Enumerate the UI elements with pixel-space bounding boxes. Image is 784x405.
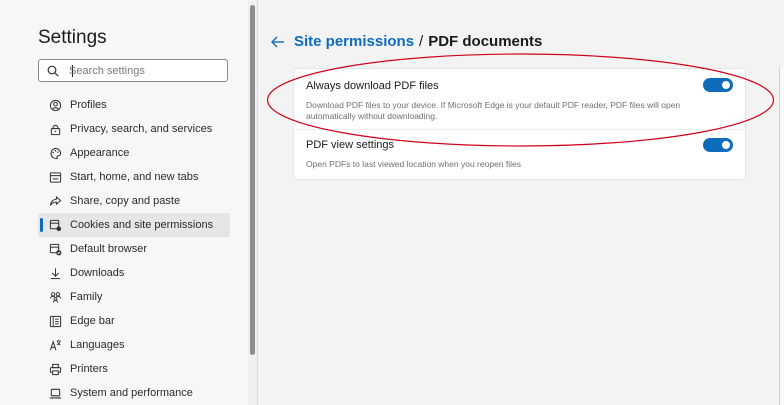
setting-description: Open PDFs to last viewed location when y… <box>306 159 521 169</box>
sidebar-item-default-browser[interactable]: Default browser <box>38 237 230 261</box>
default-browser-icon <box>48 242 62 256</box>
setting-title: Always download PDF files <box>306 80 439 92</box>
sidebar-item-label: Share, copy and paste <box>70 195 181 207</box>
sidebar-item-printers[interactable]: Printers <box>38 357 230 381</box>
sidebar-item-privacy[interactable]: Privacy, search, and services <box>38 117 230 141</box>
setting-description: Download PDF files to your device. If Mi… <box>306 100 681 121</box>
sidebar-item-label: Family <box>70 291 103 303</box>
sidebar-item-family[interactable]: Family <box>38 285 230 309</box>
download-icon <box>48 266 62 280</box>
profile-icon <box>48 98 62 112</box>
sidebar-item-downloads[interactable]: Downloads <box>38 261 230 285</box>
breadcrumb: Site permissions / PDF documents <box>270 33 542 50</box>
printer-icon <box>48 362 62 376</box>
setting-row-pdf-view: PDF view settings Open PDFs to last view… <box>294 129 745 181</box>
search-input[interactable] <box>69 62 219 79</box>
search-icon <box>47 65 59 77</box>
settings-title: Settings <box>38 27 107 48</box>
sidebar-item-cookies-permissions[interactable]: Cookies and site permissions <box>38 213 230 237</box>
sidebar-item-edge-bar[interactable]: Edge bar <box>38 309 230 333</box>
settings-nav: Profiles Privacy, search, and services A… <box>38 93 230 405</box>
sidebar-item-languages[interactable]: Languages <box>38 333 230 357</box>
setting-title: PDF view settings <box>306 139 395 151</box>
sidebar-item-label: Start, home, and new tabs <box>70 171 199 183</box>
sidebar-item-label: Downloads <box>70 267 125 279</box>
pdf-view-toggle[interactable] <box>703 138 733 152</box>
sidebar-item-start-home[interactable]: Start, home, and new tabs <box>38 165 230 189</box>
sidebar-item-appearance[interactable]: Appearance <box>38 141 230 165</box>
always-download-toggle[interactable] <box>703 78 733 92</box>
toggle-knob <box>722 81 730 89</box>
toggle-knob <box>722 141 730 149</box>
sidebar-item-label: Default browser <box>70 243 148 255</box>
sidebar-item-system-performance[interactable]: System and performance <box>38 381 230 405</box>
languages-icon <box>48 338 62 352</box>
edge-bar-icon <box>48 314 62 328</box>
settings-sidebar: Settings Profiles Privacy, search, and s… <box>0 0 248 405</box>
search-box[interactable] <box>38 59 228 82</box>
pdf-settings-card: Always download PDF files Download PDF f… <box>293 68 746 180</box>
sidebar-item-label: Languages <box>70 339 125 351</box>
appearance-icon <box>48 146 62 160</box>
sidebar-item-share-copy-paste[interactable]: Share, copy and paste <box>38 189 230 213</box>
share-icon <box>48 194 62 208</box>
sidebar-item-label: Cookies and site permissions <box>70 219 214 231</box>
lock-icon <box>48 122 62 136</box>
pane-divider <box>257 0 258 405</box>
sidebar-scrollbar-thumb[interactable] <box>250 5 255 355</box>
sidebar-item-label: System and performance <box>70 387 193 399</box>
setting-row-always-download: Always download PDF files Download PDF f… <box>294 69 745 130</box>
window-right-edge <box>779 67 784 405</box>
family-icon <box>48 290 62 304</box>
sidebar-item-profiles[interactable]: Profiles <box>38 93 230 117</box>
back-arrow-icon[interactable] <box>270 34 286 50</box>
home-tabs-icon <box>48 170 62 184</box>
cookies-permissions-icon <box>48 218 62 232</box>
page-title: PDF documents <box>428 33 543 50</box>
laptop-icon <box>48 386 62 400</box>
sidebar-item-label: Profiles <box>70 99 107 111</box>
breadcrumb-site-permissions-link[interactable]: Site permissions <box>294 33 414 50</box>
sidebar-item-label: Edge bar <box>70 315 115 327</box>
sidebar-item-label: Privacy, search, and services <box>70 123 213 135</box>
sidebar-item-label: Appearance <box>70 147 130 159</box>
breadcrumb-separator: / <box>419 33 424 50</box>
sidebar-item-label: Printers <box>70 363 108 375</box>
